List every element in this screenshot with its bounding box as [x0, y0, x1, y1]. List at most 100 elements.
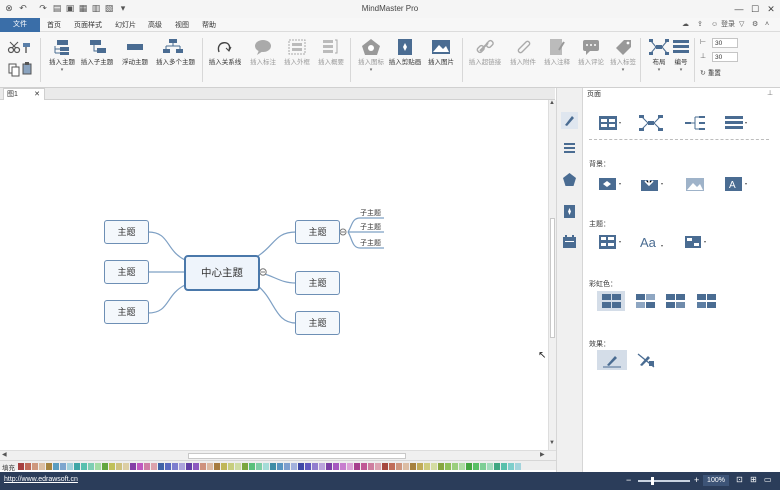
color-swatch[interactable] — [361, 463, 367, 470]
zoom-slider[interactable] — [638, 477, 690, 485]
color-swatch[interactable] — [193, 463, 199, 470]
color-swatch[interactable] — [403, 463, 409, 470]
color-swatch[interactable] — [249, 463, 255, 470]
color-swatch[interactable] — [347, 463, 353, 470]
insert-comment-button[interactable]: 插入评论 — [574, 36, 608, 84]
insert-image-button[interactable]: 插入图片 — [424, 36, 458, 84]
text-watermark-button[interactable]: A — [723, 174, 749, 194]
zoom-level[interactable]: 100% — [703, 475, 729, 486]
right-topic-2[interactable]: 主题 — [295, 271, 340, 295]
color-swatch[interactable] — [221, 463, 227, 470]
color-swatch[interactable] — [179, 463, 185, 470]
file-menu[interactable]: 文件 — [0, 18, 40, 32]
fit-page-icon[interactable]: ⊡ — [736, 475, 743, 484]
color-swatch[interactable] — [18, 463, 24, 470]
color-swatch[interactable] — [151, 463, 157, 470]
insert-subtopic-button[interactable]: 插入子主题 — [80, 36, 114, 84]
insert-relationship-button[interactable]: 插入关系线 — [208, 36, 242, 84]
color-swatch[interactable] — [431, 463, 437, 470]
color-swatch[interactable] — [158, 463, 164, 470]
left-topic-1[interactable]: 主题 — [104, 220, 149, 244]
horizontal-scroll-thumb[interactable] — [188, 453, 406, 459]
minimize-icon[interactable]: — — [732, 2, 746, 16]
insert-clipart-button[interactable]: 插入剪贴画 — [388, 36, 422, 84]
color-swatch[interactable] — [256, 463, 262, 470]
left-topic-2[interactable]: 主题 — [104, 260, 149, 284]
color-swatch[interactable] — [452, 463, 458, 470]
hand-drawn-effect-button[interactable] — [597, 350, 627, 370]
color-swatch[interactable] — [368, 463, 374, 470]
color-swatch[interactable] — [39, 463, 45, 470]
color-swatch[interactable] — [340, 463, 346, 470]
outline-tab[interactable] — [561, 140, 578, 157]
insert-callout-button[interactable]: 插入标注 — [246, 36, 280, 84]
menu-help[interactable]: 帮助 — [202, 20, 216, 31]
menu-home[interactable]: 首页 — [47, 20, 61, 31]
list-style-button[interactable] — [723, 113, 749, 133]
vertical-spacing-input[interactable]: 30 — [712, 52, 738, 62]
clipboard-tools[interactable] — [6, 40, 34, 80]
color-swatch[interactable] — [375, 463, 381, 470]
theme-color-button[interactable] — [683, 232, 709, 252]
color-swatch[interactable] — [508, 463, 514, 470]
rainbow-option-4-button[interactable] — [694, 291, 720, 311]
login-link[interactable]: 登录 — [721, 19, 735, 31]
background-image-button[interactable] — [639, 174, 665, 194]
user-icon[interactable]: ☺ — [711, 19, 718, 31]
color-swatch[interactable] — [417, 463, 423, 470]
insert-tag-button[interactable]: 插入标签 ▾ — [606, 36, 640, 84]
color-swatch[interactable] — [382, 463, 388, 470]
color-swatch[interactable] — [291, 463, 297, 470]
connector-style-button[interactable] — [683, 113, 709, 133]
watermark-button[interactable] — [683, 174, 709, 194]
color-swatch[interactable] — [277, 463, 283, 470]
zoom-in-icon[interactable]: + — [694, 475, 699, 485]
menu-slides[interactable]: 幻灯片 — [115, 20, 136, 31]
maximize-icon[interactable]: ☐ — [748, 2, 762, 16]
color-swatch[interactable] — [172, 463, 178, 470]
scroll-down-icon[interactable]: ▼ — [549, 440, 555, 446]
subtopic-3[interactable]: 子主题 — [360, 239, 381, 248]
color-swatch[interactable] — [319, 463, 325, 470]
color-swatch[interactable] — [130, 463, 136, 470]
color-swatch[interactable] — [515, 463, 521, 470]
color-swatch[interactable] — [235, 463, 241, 470]
color-swatch[interactable] — [200, 463, 206, 470]
cloud-icon[interactable]: ☁ — [682, 19, 689, 31]
insert-summary-button[interactable]: 插入概要 — [314, 36, 348, 84]
task-tab[interactable] — [561, 233, 578, 250]
color-swatch[interactable] — [480, 463, 486, 470]
skin-icon[interactable]: ▽ — [739, 19, 744, 31]
insert-hyperlink-button[interactable]: 插入超链接 — [468, 36, 502, 84]
color-swatch[interactable] — [109, 463, 115, 470]
vertical-scrollbar[interactable]: ▲ ▼ — [548, 100, 556, 450]
page-format-tab[interactable] — [561, 112, 578, 129]
color-swatch[interactable] — [144, 463, 150, 470]
subtopic-1[interactable]: 子主题 — [360, 209, 381, 218]
color-swatch[interactable] — [466, 463, 472, 470]
color-swatch[interactable] — [459, 463, 465, 470]
color-swatch[interactable] — [88, 463, 94, 470]
color-swatch[interactable] — [53, 463, 59, 470]
horizontal-spacing-input[interactable]: 30 — [712, 38, 738, 48]
color-swatch[interactable] — [123, 463, 129, 470]
color-swatch[interactable] — [25, 463, 31, 470]
color-swatch[interactable] — [445, 463, 451, 470]
close-tab-icon[interactable]: ✕ — [34, 89, 40, 100]
zoom-slider-handle[interactable] — [651, 477, 654, 485]
menu-view[interactable]: 视图 — [175, 20, 189, 31]
structure-button[interactable] — [639, 113, 665, 133]
color-swatch[interactable] — [60, 463, 66, 470]
clipart-tab[interactable] — [561, 203, 578, 220]
full-screen-icon[interactable]: ⊞ — [750, 475, 757, 484]
color-swatch[interactable] — [305, 463, 311, 470]
color-swatch[interactable] — [32, 463, 38, 470]
insert-note-button[interactable]: 插入注释 — [540, 36, 574, 84]
pin-panel-icon[interactable]: ⊥ — [767, 89, 773, 97]
color-swatch[interactable] — [165, 463, 171, 470]
theme-button[interactable] — [597, 232, 623, 252]
insert-topic-button[interactable]: 插入主题 ▾ — [45, 36, 79, 84]
scroll-up-icon[interactable]: ▲ — [549, 100, 555, 106]
color-swatch[interactable] — [137, 463, 143, 470]
color-swatch[interactable] — [424, 463, 430, 470]
